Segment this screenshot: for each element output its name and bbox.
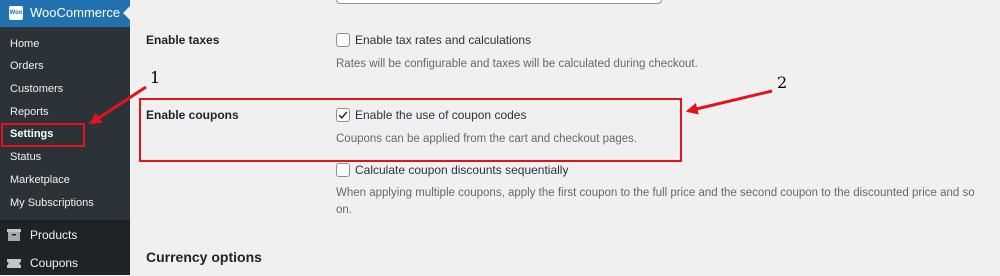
woocommerce-menu-title: WooCommerce — [30, 5, 121, 20]
sequential-discounts-checkbox[interactable] — [336, 163, 350, 177]
submenu-item-orders[interactable]: Orders — [10, 60, 44, 72]
previous-field-input[interactable] — [336, 0, 662, 4]
sequential-discounts-description-line2: on. — [336, 204, 352, 216]
annotation-number-1: 1 — [150, 68, 161, 87]
box-icon — [7, 229, 21, 241]
submenu-item-home[interactable]: Home — [10, 38, 39, 50]
woocommerce-menu-header[interactable]: Woo WooCommerce — [0, 0, 130, 27]
currency-options-heading: Currency options — [146, 249, 262, 265]
enable-taxes-checkbox-label[interactable]: Enable tax rates and calculations — [355, 33, 531, 47]
menu-products-label: Products — [30, 228, 78, 242]
enable-taxes-checkbox[interactable] — [336, 33, 350, 47]
woocommerce-logo-icon: Woo — [9, 6, 23, 20]
ticket-icon — [7, 259, 21, 268]
annotation-number-2: 2 — [777, 73, 788, 92]
enable-taxes-description: Rates will be configurable and taxes wil… — [336, 58, 698, 70]
submenu-item-customers[interactable]: Customers — [10, 83, 63, 95]
submenu-item-reports[interactable]: Reports — [10, 106, 49, 118]
current-menu-notch — [123, 6, 130, 20]
enable-taxes-label: Enable taxes — [146, 33, 220, 47]
coupons-highlight-box — [139, 98, 682, 162]
menu-coupons-label: Coupons — [30, 256, 79, 270]
sequential-discounts-checkbox-label[interactable]: Calculate coupon discounts sequentially — [355, 163, 568, 177]
submenu-item-my-subscriptions[interactable]: My Subscriptions — [10, 197, 94, 209]
settings-highlight-box — [1, 123, 85, 147]
submenu-item-status[interactable]: Status — [10, 151, 41, 163]
sequential-discounts-description-line1: When applying multiple coupons, apply th… — [336, 187, 975, 199]
submenu-item-marketplace[interactable]: Marketplace — [10, 174, 70, 186]
menu-coupons[interactable]: Coupons — [0, 250, 130, 276]
menu-products[interactable]: Products — [0, 222, 130, 248]
